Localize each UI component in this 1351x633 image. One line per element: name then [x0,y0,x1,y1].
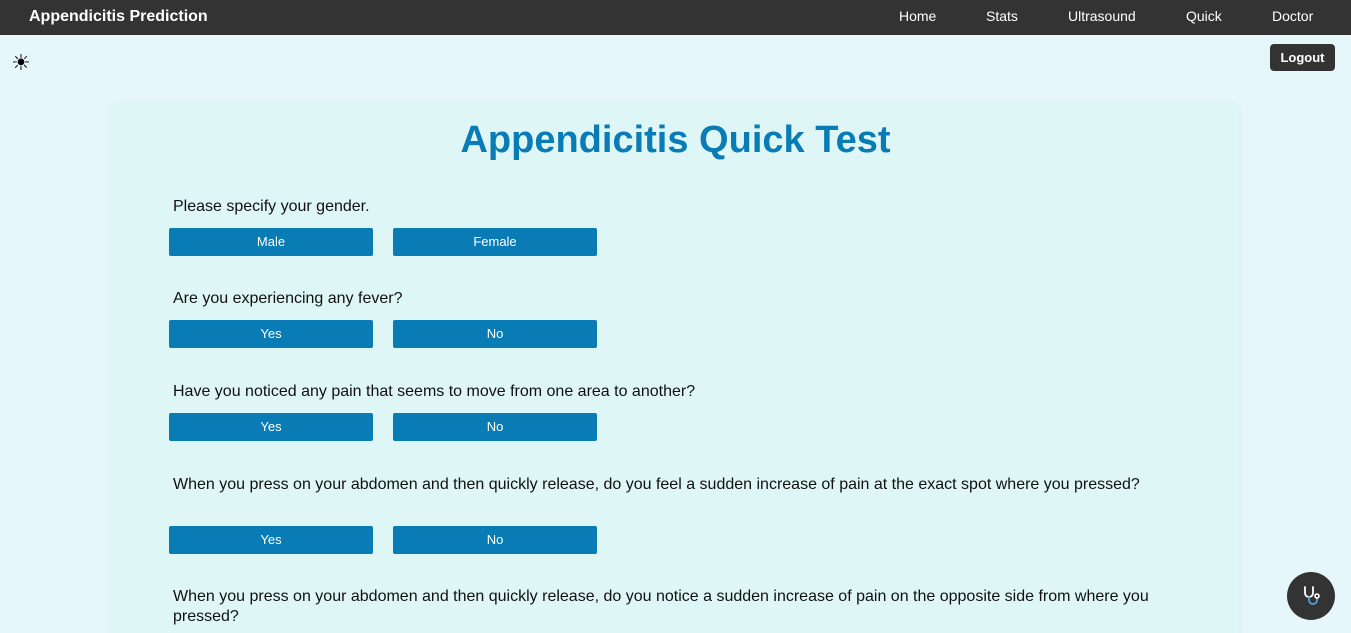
question-opposite-side-pain: When you press on your abdomen and then … [173,588,1149,625]
nav-link-stats[interactable]: Stats [986,0,1018,33]
question-migrating-pain: Have you noticed any pain that seems to … [173,383,696,400]
answer-migrating-pain-no-button[interactable]: No [393,413,597,441]
logout-button[interactable]: Logout [1270,44,1335,71]
question-rebound-tenderness: When you press on your abdomen and then … [173,476,1140,493]
answer-rebound-no-button[interactable]: No [393,526,597,554]
brand-title[interactable]: Appendicitis Prediction [29,0,208,33]
nav-link-doctor[interactable]: Doctor [1272,0,1313,33]
nav-link-quick[interactable]: Quick [1186,0,1222,33]
answer-female-button[interactable]: Female [393,228,597,256]
page-title: Appendicitis Quick Test [460,119,891,161]
answer-male-button[interactable]: Male [169,228,373,256]
sun-icon[interactable]: ☀ [9,51,33,75]
doctor-chat-button[interactable] [1287,572,1335,620]
answer-fever-yes-button[interactable]: Yes [169,320,373,348]
stethoscope-icon [1304,586,1320,605]
question-fever: Are you experiencing any fever? [173,290,403,307]
nav-link-ultrasound[interactable]: Ultrasound [1068,0,1136,33]
answer-rebound-yes-button[interactable]: Yes [169,526,373,554]
answer-migrating-pain-yes-button[interactable]: Yes [169,413,373,441]
nav-link-home[interactable]: Home [899,0,936,33]
question-gender: Please specify your gender. [173,198,370,215]
top-navbar: Appendicitis Prediction Home Stats Ultra… [0,0,1351,35]
answer-fever-no-button[interactable]: No [393,320,597,348]
